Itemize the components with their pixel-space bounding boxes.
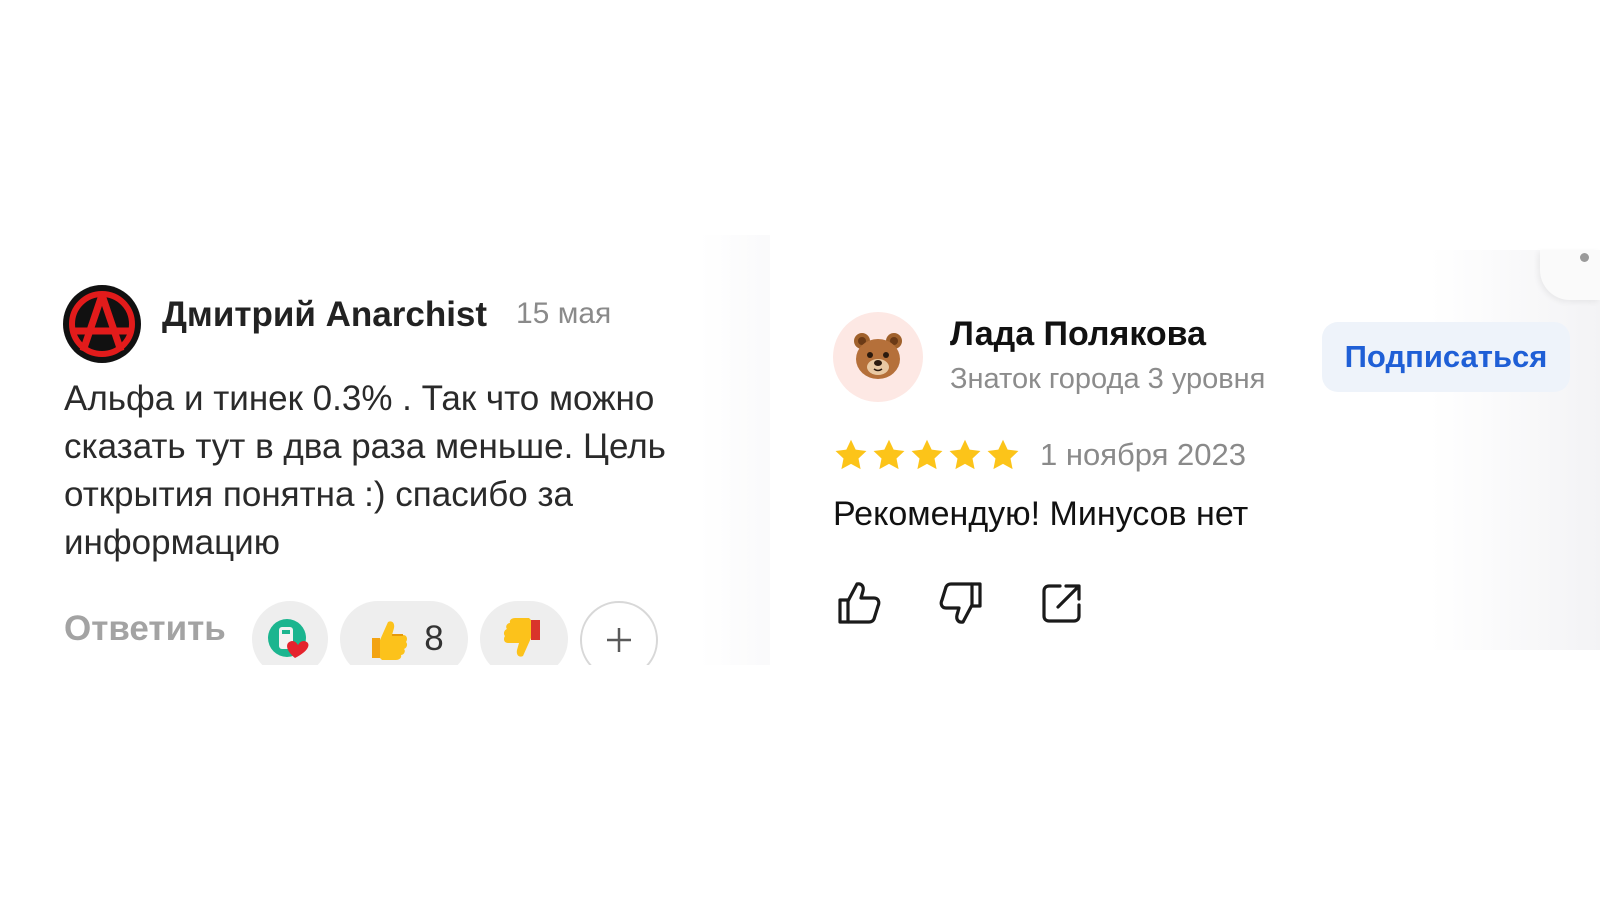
card-edge-shade [700,235,770,665]
review-date: 1 ноября 2023 [1040,437,1247,472]
reply-button[interactable]: Ответить [64,609,226,649]
like-count: 8 [424,619,444,658]
heart-sticker-icon [268,619,309,658]
thumbs-down-emoji-icon [503,618,540,657]
reaction-dislike-button[interactable] [480,601,568,665]
reviewer-level: Знаток города 3 уровня [950,363,1266,395]
review-text: Рекомендую! Минусов нет [833,495,1249,533]
corner-dot [1580,253,1589,262]
subscribe-button[interactable]: Подписаться [1322,322,1570,392]
screenshot-stage: Дмитрий Anarchist 15 мая Альфа и тинек 0… [0,0,1600,900]
dislike-button[interactable] [936,578,986,628]
bear-face-icon [854,333,902,379]
star-icon [949,439,981,470]
star-icon [987,439,1019,470]
reviewer-avatar[interactable] [833,312,923,402]
comment-date: 15 мая [516,297,612,330]
star-icon [873,439,905,470]
like-icon [838,582,881,624]
reviewer-name[interactable]: Лада Полякова [950,315,1206,354]
comment-author-name[interactable]: Дмитрий Anarchist [162,295,487,335]
author-avatar[interactable] [63,285,141,363]
card-edge-fade [1430,250,1600,650]
reaction-heart-button[interactable] [252,601,328,665]
star-icon [911,439,943,470]
share-button[interactable] [1037,578,1087,628]
anarchy-icon [69,291,135,357]
reaction-like-button[interactable]: 8 [340,601,468,665]
plus-icon [607,628,631,652]
share-icon [1042,584,1081,623]
thumbs-up-emoji-icon [372,621,408,660]
comment-text: Альфа и тинек 0.3% . Так что можно сказа… [64,379,666,562]
dislike-icon [939,582,982,624]
add-reaction-button[interactable] [580,601,658,665]
like-button[interactable] [834,578,884,628]
comment-card: Дмитрий Anarchist 15 мая Альфа и тинек 0… [0,235,770,665]
star-icon [835,439,867,470]
rating-stars [833,437,1021,477]
